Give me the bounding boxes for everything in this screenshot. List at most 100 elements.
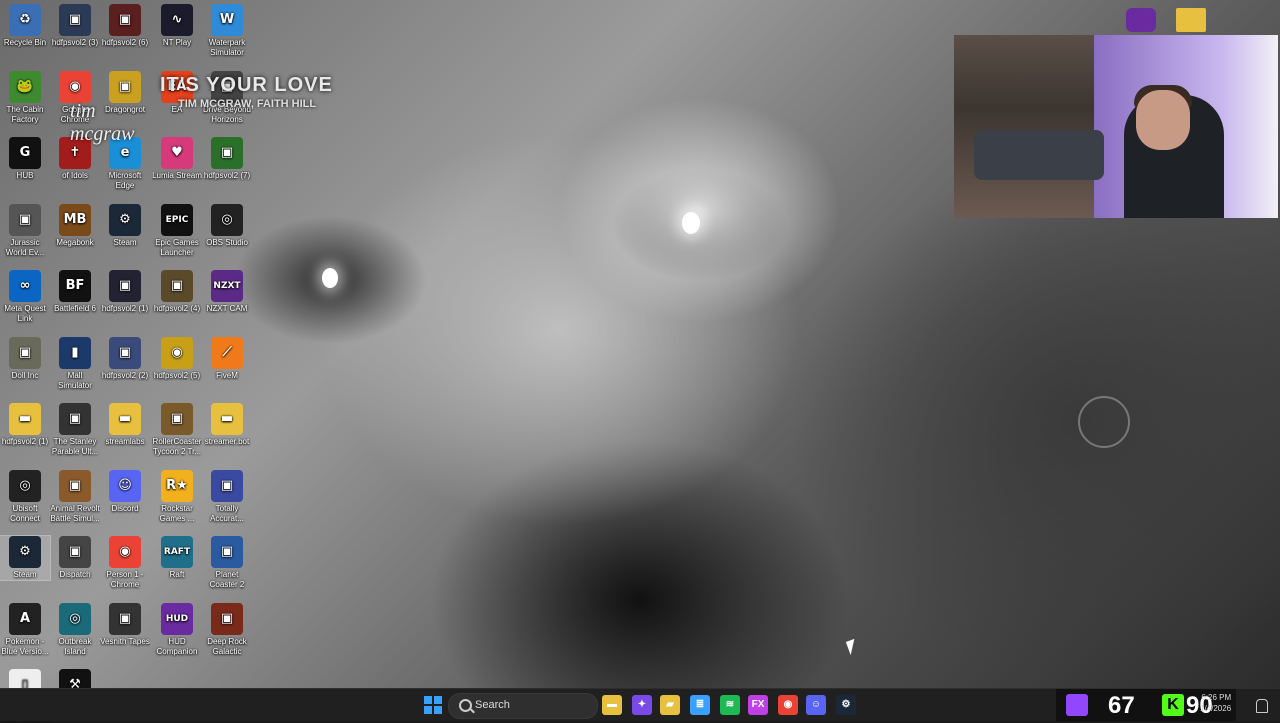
- twitch-viewer-count: 67: [1108, 692, 1135, 719]
- game-icon: A: [9, 602, 41, 635]
- desktop-icon[interactable]: ◉ Person 1 - Chrome: [100, 536, 150, 590]
- desktop-icon[interactable]: RAFT Raft: [152, 536, 202, 580]
- desktop-icon[interactable]: R★ Rockstar Games ...: [152, 469, 202, 524]
- desktop-icon[interactable]: ▮ Mall Simulator: [50, 336, 100, 391]
- desktop-icon-label: hdfpsvol2 (6): [101, 38, 149, 47]
- desktop-icon[interactable]: ▣ Totally Accurat...: [202, 469, 252, 524]
- battlefield-icon: BF: [59, 270, 91, 302]
- folder-icon[interactable]: [1176, 8, 1206, 32]
- game-icon: ◎: [59, 602, 91, 635]
- desktop-icon-label: Deep Rock Galactic: [207, 636, 247, 656]
- desktop-icon-label: NZXT CAM: [206, 304, 248, 313]
- hud-icon[interactable]: FX: [748, 695, 768, 715]
- game-icon: ▣: [109, 270, 141, 302]
- desktop-icon[interactable]: ◎ OBS Studio: [202, 203, 252, 248]
- steam-icon[interactable]: ⚙: [836, 695, 856, 715]
- desktop-icon[interactable]: ▬ hdfpsvol2 (1): [0, 403, 50, 447]
- desktop-icon[interactable]: ▬ streamer.bot: [202, 403, 252, 447]
- desktop-icon[interactable]: ◎ Ubisoft Connect: [0, 469, 50, 524]
- desktop-icon[interactable]: ▣ Jurassic World Ev...: [0, 203, 50, 258]
- taskbar-search-input[interactable]: Search: [448, 693, 598, 719]
- desktop-icon-label: hdfpsvol2 (2): [101, 370, 149, 380]
- copilot-icon[interactable]: ✦: [632, 695, 652, 715]
- desktop-icon[interactable]: ∿ NT Play: [152, 4, 202, 48]
- desktop-icon[interactable]: ◎ Outbreak Island: [50, 602, 100, 657]
- system-clock[interactable]: 6:26 PM 1/4/2026: [1200, 692, 1231, 714]
- desktop-icon-label: RollerCoaster Tycoon 2 Tr...: [152, 437, 202, 456]
- game-icon: ▣: [109, 602, 141, 635]
- desktop-icon-label: Meta Quest Link: [4, 304, 46, 323]
- desktop-icon[interactable]: ▣ Vesnith Tapes: [100, 602, 150, 647]
- desktop-icon-label: Microsoft Edge: [108, 171, 142, 190]
- desktop-icon[interactable]: ⚙ Steam: [0, 535, 51, 581]
- folder-icon[interactable]: ▰: [660, 695, 680, 715]
- game-icon: ▣: [211, 536, 243, 568]
- desktop-icon-label: Ubisoft Connect: [10, 503, 40, 523]
- game-icon: ▣: [161, 403, 193, 435]
- desktop-icon[interactable]: BF Battlefield 6: [50, 270, 100, 314]
- desktop-icon[interactable]: ▣ The Stanley Parable Ult...: [50, 403, 100, 457]
- spotify-icon[interactable]: ≋: [720, 695, 740, 715]
- desktop-icon[interactable]: ▬ streamlabs: [100, 403, 150, 447]
- desktop-icon-label: Battlefield 6: [54, 304, 96, 313]
- desktop-icon[interactable]: ☺ Discord: [100, 469, 150, 514]
- meta-icon: ∞: [9, 270, 41, 302]
- desktop-icon-label: hdfpsvol2 (1): [101, 304, 149, 313]
- desktop-icon[interactable]: NZXT NZXT CAM: [202, 270, 252, 314]
- desktop-icon[interactable]: ◉ hdfpsvol2 (5): [152, 336, 202, 381]
- game-icon: ▣: [59, 536, 91, 568]
- desktop-icon[interactable]: ⟋ FiveM: [202, 336, 252, 381]
- desktop-icon[interactable]: ▣ RollerCoaster Tycoon 2 Tr...: [152, 403, 202, 457]
- epic-icon: EPIC: [161, 203, 193, 236]
- desktop-icon[interactable]: ∞ Meta Quest Link: [0, 270, 50, 324]
- desktop-icon[interactable]: ⚙ Steam: [100, 203, 150, 248]
- desktop-icon[interactable]: ♻ Recycle Bin: [0, 4, 50, 48]
- windows-start-icon[interactable]: [424, 696, 442, 714]
- discord-icon[interactable]: ☺: [806, 695, 826, 715]
- artist-signature: tim mcgraw: [70, 100, 135, 145]
- fivem-icon: ⟋: [211, 336, 243, 369]
- desktop-icon[interactable]: ▣ hdfpsvol2 (6): [100, 4, 150, 48]
- webcam-person-head: [1136, 90, 1190, 150]
- desktop-icon[interactable]: ▣ Dispatch: [50, 536, 100, 580]
- desktop-icon[interactable]: G HUB: [0, 137, 50, 181]
- nzxt-device-icon[interactable]: [1126, 8, 1156, 32]
- chrome-icon[interactable]: ◉: [778, 695, 798, 715]
- desktop-icon[interactable]: ▣ Doll Inc: [0, 336, 50, 381]
- game-icon: ▣: [211, 602, 243, 635]
- desktop-icon-label: Outbreak Island: [58, 636, 92, 656]
- desktop-icon[interactable]: ▣ hdfpsvol2 (2): [100, 336, 150, 381]
- game-icon: ▣: [59, 403, 91, 435]
- game-icon: ▣: [109, 336, 141, 369]
- file-explorer-icon[interactable]: ▬: [602, 695, 622, 715]
- desktop-icon[interactable]: ▣ Planet Coaster 2: [202, 536, 252, 590]
- search-placeholder: Search: [475, 699, 510, 711]
- logitech-hub-icon: G: [9, 137, 41, 169]
- desktop-icon[interactable]: ▣ hdfpsvol2 (3): [50, 4, 100, 48]
- game-icon: ▣: [59, 4, 91, 36]
- desktop-icon-label: hdfpsvol2 (5): [153, 370, 201, 380]
- desktop-icon-label: Planet Coaster 2: [209, 570, 245, 589]
- discord-icon: ☺: [109, 469, 141, 502]
- desktop-icon-label: Pokemon - Blue Versio...: [1, 636, 49, 656]
- folder-icon: ▬: [109, 403, 141, 435]
- waterpark-icon: W: [211, 4, 243, 36]
- obs-icon: ◎: [211, 203, 243, 236]
- desktop-icon[interactable]: MB Megabonk: [50, 203, 100, 248]
- raft-icon: RAFT: [161, 536, 193, 568]
- desktop-icon[interactable]: ▣ hdfpsvol2 (4): [152, 270, 202, 314]
- desktop-icon-label: hdfpsvol2 (4): [153, 304, 201, 313]
- game-icon: ◉: [161, 336, 193, 369]
- desktop-icon[interactable]: ▣ hdfpsvol2 (1): [100, 270, 150, 314]
- desktop-icon[interactable]: ▣ Animal Revolt Battle Simul...: [50, 469, 100, 524]
- desktop-icon[interactable]: 🐸 The Cabin Factory: [0, 70, 50, 125]
- notification-bell-icon[interactable]: [1256, 699, 1268, 713]
- desktop-icon[interactable]: ▣ Deep Rock Galactic: [202, 602, 252, 657]
- desktop-icon[interactable]: EPIC Epic Games Launcher: [152, 203, 202, 258]
- notepad-icon[interactable]: ≣: [690, 695, 710, 715]
- desktop-icon[interactable]: W Waterpark Simulator: [202, 4, 252, 58]
- desktop-icon[interactable]: ▣ hdfpsvol2 (7): [202, 137, 252, 181]
- desktop-icon[interactable]: A Pokemon - Blue Versio...: [0, 602, 50, 657]
- game-icon: ▣: [109, 4, 141, 36]
- desktop-icon[interactable]: HUD HUD Companion: [152, 602, 202, 657]
